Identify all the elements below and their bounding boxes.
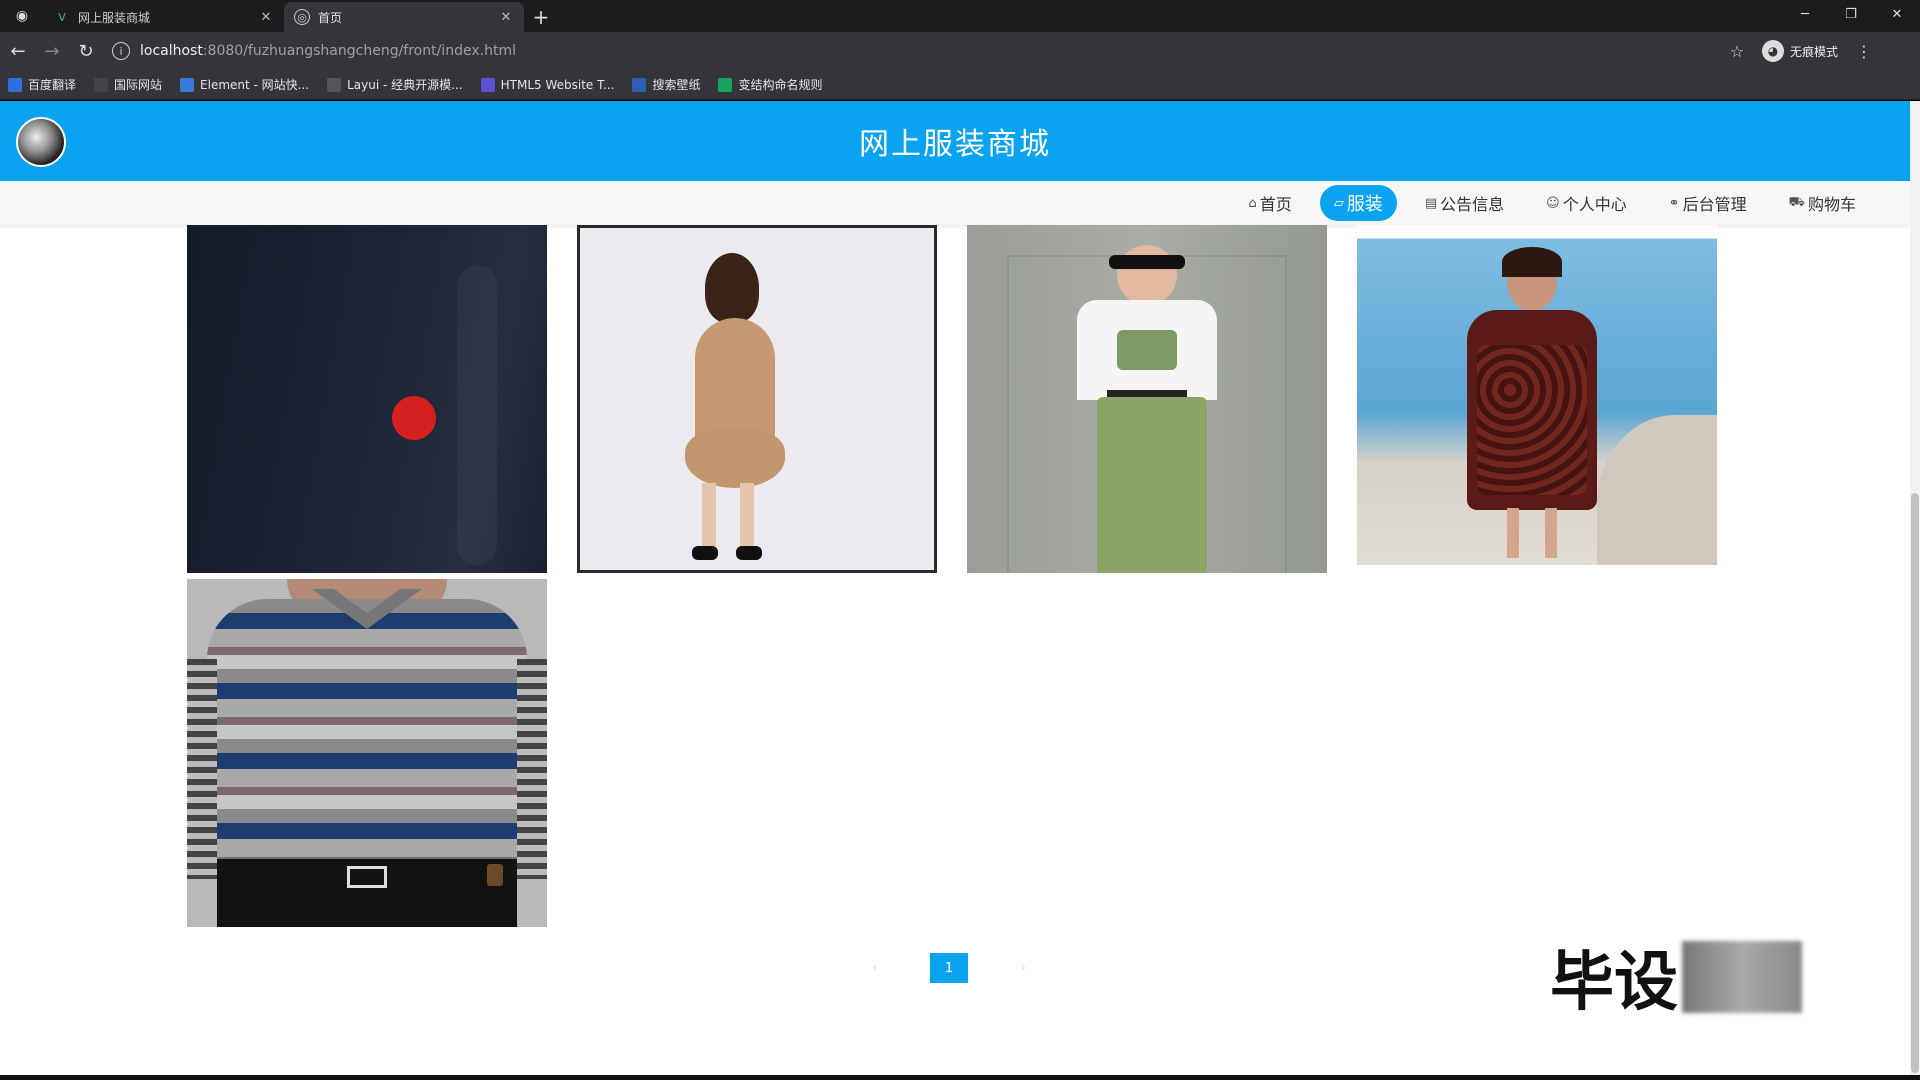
next-page-icon[interactable]: › bbox=[1008, 953, 1038, 983]
watermark-text: 毕设 bbox=[1550, 946, 1678, 1020]
nav-item[interactable]: ☺ 个人中心 bbox=[1532, 185, 1641, 221]
bookmark-label: 国际网站 bbox=[114, 78, 163, 92]
nav-item-label: 个人中心 bbox=[1562, 195, 1627, 214]
globe-favicon-icon: ◎ bbox=[294, 9, 310, 25]
link-icon: ⚭ bbox=[1668, 195, 1680, 211]
site-nav: ⌂ 首页 ▱ 服装 ▤ 公告信息 ☺ 个人中心 ⚭ 后台管理 ⛟ 购物车 bbox=[0, 181, 1910, 225]
site-info-icon[interactable]: i bbox=[112, 42, 130, 60]
bookmark-label: Element - 网站快... bbox=[200, 78, 310, 92]
product-card[interactable] bbox=[967, 225, 1327, 573]
address-bar: ← → ↻ i localhost:8080/fuzhuangshangchen… bbox=[0, 32, 1920, 70]
bookmark-label: 变结构命名规则 bbox=[738, 78, 823, 92]
close-tab-icon[interactable]: ✕ bbox=[498, 10, 514, 25]
bookmark-favicon-icon bbox=[327, 77, 342, 92]
bookmark-label: 百度翻译 bbox=[28, 78, 77, 92]
bookmark-label: 搜索壁纸 bbox=[652, 78, 701, 92]
nav-item-label: 公告信息 bbox=[1440, 195, 1505, 214]
bookmark-favicon-icon bbox=[8, 77, 22, 92]
nav-item[interactable]: ▤ 公告信息 bbox=[1411, 185, 1518, 221]
minimize-icon[interactable]: ─ bbox=[1782, 0, 1828, 28]
click-cursor-indicator bbox=[392, 396, 436, 440]
incognito-profile[interactable]: ◕ 无痕模式 bbox=[1762, 40, 1838, 62]
nav-item[interactable]: ▱ 服装 bbox=[1319, 185, 1397, 221]
page-viewport: 网上服装商城 ⌂ 首页 ▱ 服装 ▤ 公告信息 ☺ 个人中心 ⚭ 后台管理 ⛟ 购物车 bbox=[0, 101, 1920, 1075]
new-tab-button[interactable]: + bbox=[524, 2, 558, 32]
site-title: 网上服装商城 bbox=[859, 127, 1051, 162]
floral-dress-product[interactable] bbox=[1357, 225, 1717, 565]
prev-page-icon[interactable]: ‹ bbox=[860, 953, 890, 983]
taskbar-strip bbox=[0, 1075, 1920, 1080]
tab-search-icon[interactable]: ◉ bbox=[0, 0, 44, 32]
forward-arrow-icon[interactable]: → bbox=[36, 35, 68, 67]
browser-tabstrip: ◉ V 网上服装商城 ✕ ◎ 首页 ✕ + ─ ❐ ✕ bbox=[0, 0, 1920, 32]
nav-item[interactable]: ⌂ 首页 bbox=[1235, 185, 1306, 221]
bookmark-star-icon[interactable]: ☆ bbox=[1722, 42, 1752, 61]
menu-kebab-icon[interactable]: ⋮ bbox=[1856, 42, 1872, 61]
url-input[interactable]: i localhost:8080/fuzhuangshangcheng/fron… bbox=[112, 37, 1722, 65]
url-host: localhost bbox=[140, 43, 203, 59]
watermark: 毕设 bbox=[1550, 931, 1802, 1023]
nav-item-label: 购物车 bbox=[1807, 195, 1856, 214]
tab-home[interactable]: ◎ 首页 ✕ bbox=[284, 2, 524, 32]
window-controls: ─ ❐ ✕ bbox=[1782, 0, 1920, 28]
notice-icon: ▤ bbox=[1424, 195, 1438, 211]
product-card[interactable] bbox=[187, 579, 547, 927]
bookmark-item[interactable]: 搜索壁纸 bbox=[632, 76, 700, 93]
dark-jacket-product[interactable] bbox=[187, 225, 547, 573]
bookmark-label: Layui - 经典开源模... bbox=[347, 78, 463, 92]
cart-icon: ⛟ bbox=[1788, 194, 1805, 210]
bookmark-item[interactable]: Layui - 经典开源模... bbox=[327, 76, 463, 93]
clothing-icon: ▱ bbox=[1333, 195, 1344, 211]
tab-store[interactable]: V 网上服装商城 ✕ bbox=[44, 2, 284, 32]
product-card[interactable] bbox=[187, 225, 547, 573]
tan-ruffle-dress-product[interactable] bbox=[577, 225, 937, 573]
site-header: 网上服装商城 bbox=[0, 101, 1910, 181]
reload-icon[interactable]: ↻ bbox=[70, 35, 102, 67]
scrollbar-thumb[interactable] bbox=[1911, 493, 1919, 1073]
product-card[interactable] bbox=[577, 225, 937, 573]
incognito-icon: ◕ bbox=[1762, 40, 1784, 62]
watermark-blur bbox=[1682, 941, 1802, 1013]
bookmark-favicon-icon bbox=[480, 77, 495, 92]
page-number-button[interactable]: 1 bbox=[930, 953, 968, 983]
tab-title: 网上服装商城 bbox=[78, 10, 151, 25]
bookmark-item[interactable]: 变结构命名规则 bbox=[718, 76, 822, 93]
nav-item-label: 后台管理 bbox=[1682, 195, 1747, 214]
bookmarks-bar: 百度翻译 国际网站 Element - 网站快... Layui - 经典开源模...… bbox=[0, 70, 1920, 100]
white-tee-green-skirt-product[interactable] bbox=[967, 225, 1327, 573]
product-card[interactable] bbox=[1357, 225, 1717, 565]
url-path: :8080/fuzhuangshangcheng/front/index.htm… bbox=[202, 43, 516, 59]
bookmark-favicon-icon bbox=[94, 77, 109, 92]
striped-polo-product[interactable] bbox=[187, 579, 547, 927]
bookmark-favicon-icon bbox=[632, 77, 647, 92]
home-icon: ⌂ bbox=[1248, 195, 1257, 211]
nav-item[interactable]: ⚭ 后台管理 bbox=[1655, 185, 1761, 221]
vue-favicon-icon: V bbox=[58, 10, 66, 24]
bookmark-item[interactable]: Element - 网站快... bbox=[180, 76, 309, 93]
close-tab-icon[interactable]: ✕ bbox=[258, 10, 274, 25]
page-scrollbar[interactable] bbox=[1910, 101, 1920, 1075]
user-icon: ☺ bbox=[1546, 195, 1560, 211]
profile-label: 无痕模式 bbox=[1790, 44, 1839, 59]
nav-item[interactable]: ⛟ 购物车 bbox=[1775, 185, 1870, 221]
bookmark-favicon-icon bbox=[180, 77, 195, 92]
bookmark-label: HTML5 Website T... bbox=[500, 77, 615, 92]
bookmark-item[interactable]: 国际网站 bbox=[94, 76, 162, 93]
site-logo[interactable] bbox=[16, 117, 66, 167]
pagination: ‹ 1 › bbox=[860, 953, 1038, 983]
nav-item-label: 首页 bbox=[1259, 195, 1292, 214]
close-window-icon[interactable]: ✕ bbox=[1874, 0, 1920, 28]
bookmark-item[interactable]: 百度翻译 bbox=[8, 76, 76, 93]
restore-icon[interactable]: ❐ bbox=[1828, 0, 1874, 28]
bookmark-item[interactable]: HTML5 Website T... bbox=[480, 77, 615, 92]
tab-title: 首页 bbox=[318, 10, 343, 25]
back-arrow-icon[interactable]: ← bbox=[2, 35, 34, 67]
nav-item-label: 服装 bbox=[1346, 194, 1383, 215]
bookmark-favicon-icon bbox=[718, 77, 733, 92]
